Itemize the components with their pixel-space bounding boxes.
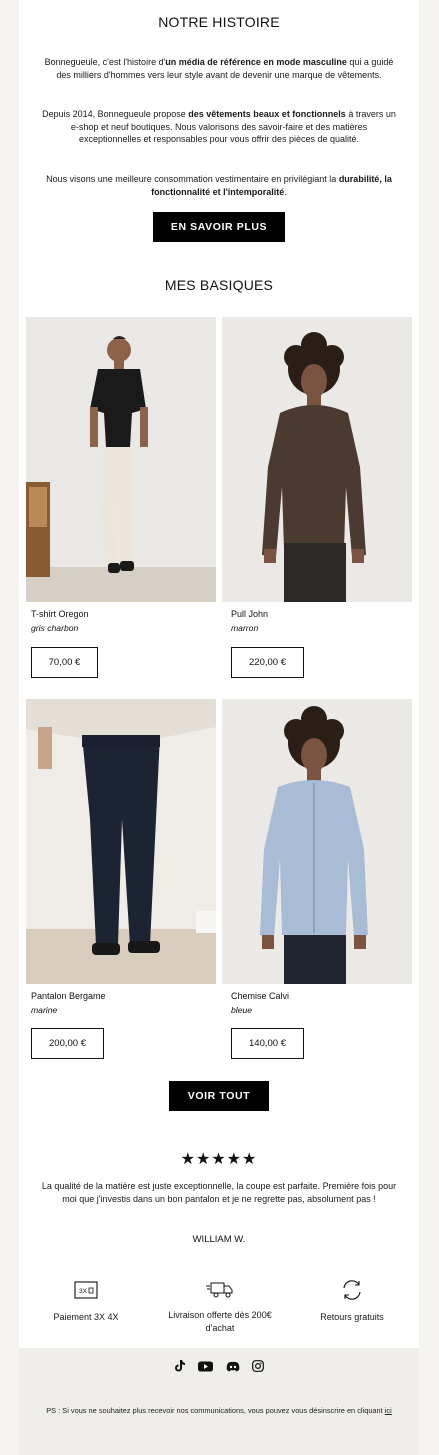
social-links [174, 1359, 264, 1377]
youtube-icon[interactable] [198, 1359, 214, 1377]
feature-label-returns: Retours gratuits [320, 1312, 384, 1322]
basics-title: MES BASIQUES [164, 277, 274, 293]
rating-stars: ★★★★★ [180, 1151, 258, 1168]
payment-3x-icon: 3X [74, 1281, 98, 1299]
feature-label-delivery: Livraison offerte dès 200€ d'achat [168, 1310, 272, 1333]
email-body: NOTRE HISTOIRE Bonnegueule, c'est l'hist… [19, 0, 419, 1455]
story-p3-text: Nous visons une meilleure consommation v… [46, 174, 339, 184]
product-image-tshirt-oregon[interactable] [26, 317, 216, 602]
product-color: gris charbon [31, 623, 79, 633]
story-p1-text: Bonnegueule, c'est l'histoire d' [44, 57, 166, 67]
product-name[interactable]: Pull John [231, 609, 268, 619]
product-price-button[interactable]: 220,00 € [231, 647, 304, 678]
product-color: marron [231, 623, 259, 633]
product-price-button[interactable]: 70,00 € [31, 647, 98, 678]
story-p2-bold: des vêtements beaux et fonctionnels [188, 109, 346, 119]
unsubscribe-notice: PS : Si vous ne souhaitez plus recevoir … [44, 1405, 394, 1416]
product-color: bleue [231, 1005, 253, 1015]
product-color: marine [31, 1005, 58, 1015]
review-author: WILLIAM W. [192, 1234, 246, 1245]
tiktok-icon[interactable] [174, 1359, 186, 1377]
feature-label-payment: Paiement 3X 4X [53, 1312, 119, 1322]
product-photo-illustration [222, 317, 412, 602]
instagram-icon[interactable] [252, 1359, 264, 1377]
see-all-button[interactable]: VOIR TOUT [169, 1081, 269, 1111]
delivery-truck-icon [206, 1280, 234, 1300]
story-title: NOTRE HISTOIRE [158, 14, 280, 30]
story-paragraph-3: Nous visons une meilleure consommation v… [41, 173, 397, 198]
product-photo-illustration [222, 699, 412, 984]
product-name[interactable]: T-shirt Oregon [31, 609, 89, 619]
story-p2-text: Depuis 2014, Bonnegueule propose [42, 109, 189, 119]
product-image-pull-john[interactable] [222, 317, 412, 602]
product-photo-illustration [26, 317, 216, 602]
product-image-pantalon-bergame[interactable] [26, 699, 216, 984]
returns-arrows-icon [341, 1279, 363, 1301]
learn-more-button[interactable]: EN SAVOIR PLUS [153, 212, 285, 242]
story-paragraph-1: Bonnegueule, c'est l'histoire d'un média… [41, 56, 397, 81]
story-p1-bold: un média de référence en mode masculine [165, 57, 347, 67]
payment-3x-icon-text: 3X [79, 1288, 88, 1295]
product-photo-illustration [26, 699, 216, 984]
product-price-button[interactable]: 140,00 € [231, 1028, 304, 1059]
product-image-chemise-calvi[interactable] [222, 699, 412, 984]
discord-icon[interactable] [226, 1359, 240, 1377]
story-p3-text-end: . [284, 186, 287, 197]
story-paragraph-2: Depuis 2014, Bonnegueule propose des vêt… [41, 108, 397, 146]
product-name[interactable]: Pantalon Bergame [31, 991, 106, 1001]
unsubscribe-link[interactable]: ici [385, 1406, 392, 1415]
product-name[interactable]: Chemise Calvi [231, 991, 289, 1001]
review-text: La qualité de la matière est juste excep… [41, 1181, 397, 1204]
unsubscribe-text: PS : Si vous ne souhaitez plus recevoir … [46, 1406, 385, 1415]
product-price-button[interactable]: 200,00 € [31, 1028, 104, 1059]
